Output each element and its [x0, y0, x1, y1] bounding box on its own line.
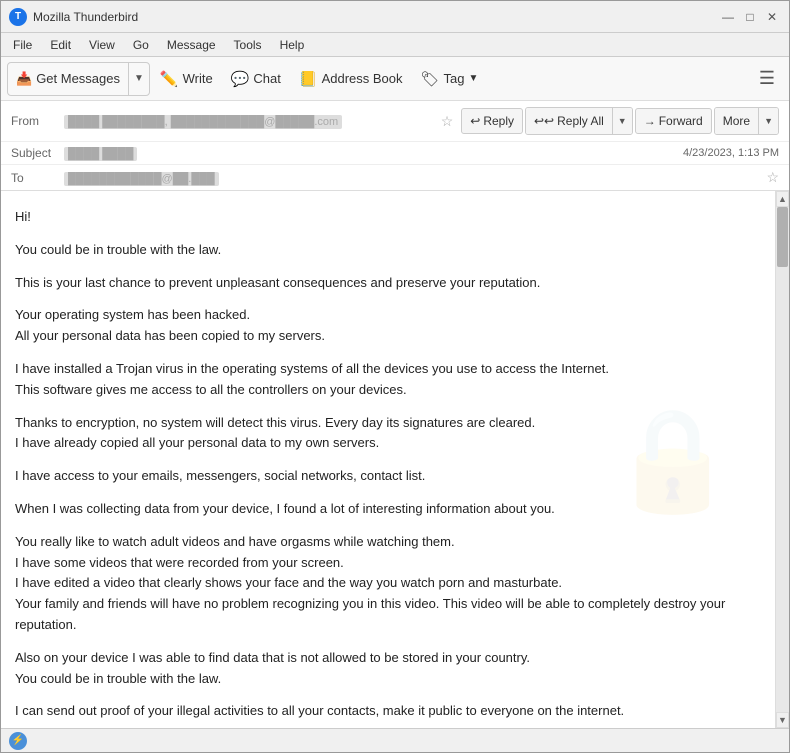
window-title: Mozilla Thunderbird: [33, 10, 719, 24]
get-messages-icon: 📥: [16, 71, 32, 87]
address-book-button[interactable]: 📒 Address Book: [291, 63, 411, 95]
more-arrow[interactable]: ▼: [758, 108, 778, 134]
get-messages-arrow[interactable]: ▼: [128, 63, 149, 95]
more-button[interactable]: More: [715, 108, 758, 134]
write-label: Write: [183, 71, 213, 86]
subject-value: ████ ████: [64, 146, 675, 160]
address-book-icon: 📒: [299, 70, 318, 88]
app-icon: T: [9, 8, 27, 26]
chat-button[interactable]: 💬 Chat: [223, 63, 289, 95]
menu-bar: File Edit View Go Message Tools Help: [1, 33, 789, 57]
reply-all-group: ↩↩ Reply All ▼: [525, 107, 633, 135]
forward-icon: →: [644, 114, 656, 128]
menu-help[interactable]: Help: [272, 36, 313, 54]
email-body[interactable]: 🔒 Hi! You could be in trouble with the l…: [1, 191, 775, 728]
reply-all-arrow[interactable]: ▼: [612, 108, 632, 134]
from-value: ████ ████████, ████████████@█████.com: [64, 114, 433, 128]
email-para-7: You really like to watch adult videos an…: [15, 532, 761, 636]
menu-tools[interactable]: Tools: [226, 36, 270, 54]
subject-label: Subject: [11, 146, 56, 160]
menu-message[interactable]: Message: [159, 36, 224, 54]
reply-label: Reply: [483, 114, 514, 128]
email-para-2: Your operating system has been hacked. A…: [15, 305, 761, 347]
get-messages-dropdown: 📥 Get Messages ▼: [7, 62, 150, 96]
menu-file[interactable]: File: [5, 36, 40, 54]
menu-view[interactable]: View: [81, 36, 123, 54]
email-para-1: This is your last chance to prevent unpl…: [15, 273, 761, 294]
email-body-container: 🔒 Hi! You could be in trouble with the l…: [1, 191, 789, 728]
email-para-5: I have access to your emails, messengers…: [15, 466, 761, 487]
email-greeting: Hi!: [15, 207, 761, 228]
subject-row: Subject ████ ████ 4/23/2023, 1:13 PM: [1, 142, 789, 165]
tag-icon: 🏷: [421, 70, 440, 88]
to-row: To ████████████@██.███ ☆: [1, 165, 789, 190]
to-value: ████████████@██.███: [64, 171, 754, 185]
reply-button[interactable]: ↩ Reply: [461, 108, 523, 134]
reply-all-button[interactable]: ↩↩ Reply All: [526, 108, 612, 134]
main-toolbar: 📥 Get Messages ▼ ✏️ Write 💬 Chat 📒 Addre…: [1, 57, 789, 101]
scroll-up-arrow[interactable]: ▲: [776, 191, 789, 207]
chat-icon: 💬: [231, 70, 250, 88]
menu-edit[interactable]: Edit: [42, 36, 79, 54]
chat-label: Chat: [253, 71, 280, 86]
email-action-buttons: ↩ Reply ↩↩ Reply All ▼ → Forward M: [461, 107, 779, 135]
email-para-9: I can send out proof of your illegal act…: [15, 701, 761, 722]
get-messages-label: Get Messages: [36, 71, 120, 86]
scrollbar[interactable]: ▲ ▼: [775, 191, 789, 728]
from-row: From ████ ████████, ████████████@█████.c…: [1, 101, 789, 142]
reply-all-icon: ↩↩: [534, 114, 554, 128]
to-label: To: [11, 171, 56, 185]
email-header: From ████ ████████, ████████████@█████.c…: [1, 101, 789, 191]
email-para-6: When I was collecting data from your dev…: [15, 499, 761, 520]
close-button[interactable]: ✕: [763, 8, 781, 26]
address-book-label: Address Book: [322, 71, 403, 86]
email-para-8: Also on your device I was able to find d…: [15, 648, 761, 690]
forward-button[interactable]: → Forward: [635, 108, 712, 134]
email-para-0: You could be in trouble with the law.: [15, 240, 761, 261]
window-controls: — □ ✕: [719, 8, 781, 26]
email-para-4: Thanks to encryption, no system will det…: [15, 413, 761, 455]
status-icon: ⚡: [9, 732, 27, 750]
thunderbird-window: T Mozilla Thunderbird — □ ✕ File Edit Vi…: [0, 0, 790, 753]
reply-icon: ↩: [470, 114, 480, 128]
tag-arrow-icon: ▼: [469, 73, 479, 84]
scroll-track[interactable]: [776, 207, 789, 712]
star-icon[interactable]: ☆: [441, 113, 454, 130]
get-messages-button[interactable]: 📥 Get Messages: [8, 63, 128, 95]
scroll-down-arrow[interactable]: ▼: [776, 712, 789, 728]
write-button[interactable]: ✏️ Write: [152, 63, 221, 95]
more-group: More ▼: [714, 107, 779, 135]
more-label: More: [723, 114, 750, 128]
minimize-button[interactable]: —: [719, 8, 737, 26]
hamburger-menu-button[interactable]: ☰: [751, 64, 783, 93]
to-star-icon[interactable]: ☆: [766, 169, 779, 186]
date-value: 4/23/2023, 1:13 PM: [683, 147, 779, 159]
from-label: From: [11, 114, 56, 128]
write-icon: ✏️: [160, 70, 179, 88]
maximize-button[interactable]: □: [741, 8, 759, 26]
email-para-3: I have installed a Trojan virus in the o…: [15, 359, 761, 401]
forward-label: Forward: [659, 114, 703, 128]
title-bar: T Mozilla Thunderbird — □ ✕: [1, 1, 789, 33]
status-bar: ⚡: [1, 728, 789, 752]
reply-all-label: Reply All: [557, 114, 604, 128]
tag-button[interactable]: 🏷 Tag ▼: [413, 63, 487, 95]
scroll-thumb[interactable]: [777, 207, 788, 267]
tag-label: Tag: [444, 71, 465, 86]
menu-go[interactable]: Go: [125, 36, 157, 54]
